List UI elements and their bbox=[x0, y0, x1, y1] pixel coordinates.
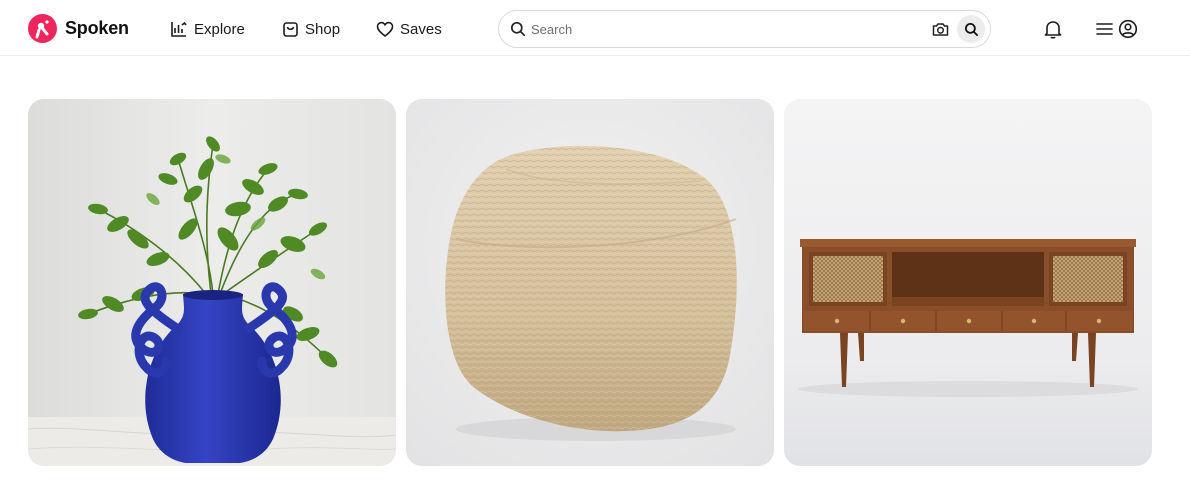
camera-icon[interactable] bbox=[929, 19, 951, 39]
nav-saves-label: Saves bbox=[400, 20, 442, 38]
top-navigation-bar: Spoken Explore Shop Saves bbox=[0, 0, 1190, 56]
search-input[interactable] bbox=[531, 19, 911, 39]
product-card[interactable] bbox=[28, 99, 396, 466]
nav-explore[interactable]: Explore bbox=[170, 18, 245, 40]
woven-jute-pouf bbox=[406, 99, 774, 466]
nav-explore-label: Explore bbox=[194, 20, 245, 38]
nav-shop-label: Shop bbox=[305, 20, 341, 38]
product-card[interactable] bbox=[406, 99, 774, 466]
search-submit-button[interactable] bbox=[957, 15, 985, 43]
spoken-logo[interactable]: Spoken bbox=[28, 14, 129, 43]
blue-vase-with-green-plant bbox=[28, 99, 396, 466]
search-bar bbox=[498, 10, 991, 48]
product-card[interactable] bbox=[784, 99, 1152, 466]
app-name: Spoken bbox=[65, 18, 129, 38]
heart-icon bbox=[376, 21, 394, 38]
hamburger-icon[interactable] bbox=[1094, 17, 1114, 41]
search-icon bbox=[510, 21, 526, 42]
nav-shop[interactable]: Shop bbox=[282, 18, 340, 40]
bell-icon[interactable] bbox=[1041, 17, 1065, 41]
nav-saves[interactable]: Saves bbox=[376, 18, 442, 40]
wooden-media-console-with-cane-doors bbox=[784, 99, 1152, 466]
chart-icon bbox=[170, 20, 188, 38]
user-circle-icon[interactable] bbox=[1116, 17, 1140, 41]
product-grid bbox=[28, 99, 1152, 466]
spoken-logo-icon bbox=[28, 14, 57, 43]
shopping-bag-icon bbox=[282, 21, 299, 38]
